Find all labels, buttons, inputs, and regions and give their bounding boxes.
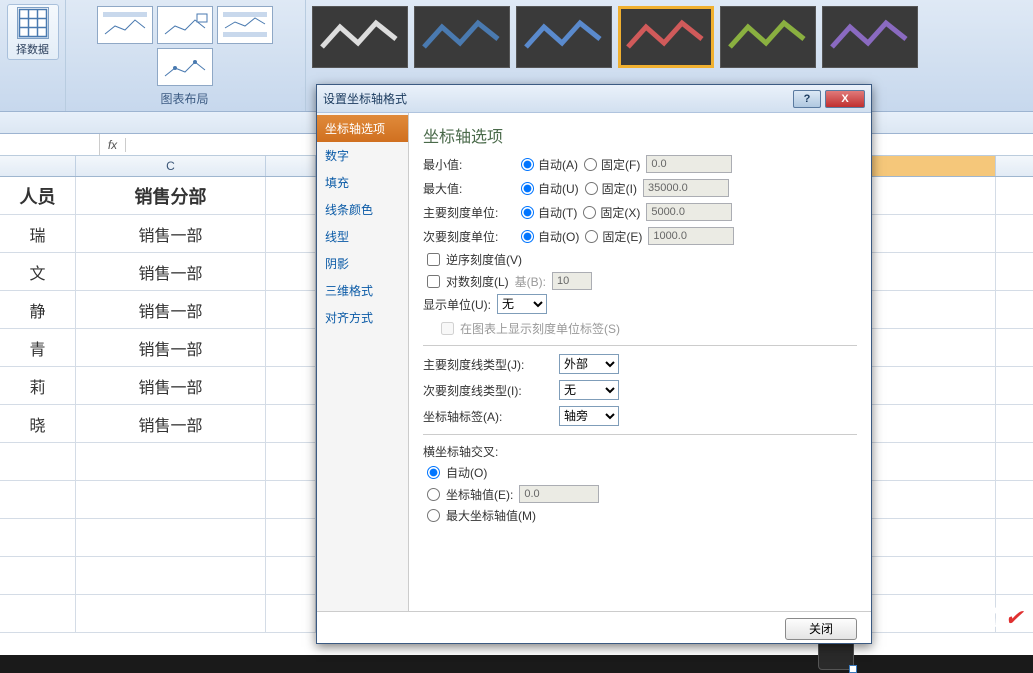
major-unit-label: 主要刻度单位: [423,204,515,221]
divider [423,345,857,346]
axis-label-row: 坐标轴标签(A): 轴旁 [423,406,857,426]
major-unit-row: 主要刻度单位: 自动(T) 固定(X) [423,203,857,221]
dialog-sidebar: 坐标轴选项 数字 填充 线条颜色 线型 阴影 三维格式 对齐方式 [317,113,409,611]
max-row: 最大值: 自动(U) 固定(I) [423,179,857,197]
max-auto-radio[interactable]: 自动(U) [521,180,579,197]
dialog-title: 设置坐标轴格式 [323,90,407,107]
axis-label-label: 坐标轴标签(A): [423,408,553,425]
dialog-main: 坐标轴选项 最小值: 自动(A) 固定(F) 最大值: 自动(U) 固定(I) … [409,113,871,611]
ribbon-group-data: 择数据 [0,0,66,111]
minor-unit-input[interactable] [648,227,734,245]
layout-thumb-1[interactable] [97,6,153,44]
layout-thumb-2[interactable] [157,6,213,44]
sidebar-item-axis-options[interactable]: 坐标轴选项 [317,115,408,142]
max-input[interactable] [643,179,729,197]
cross-title: 横坐标轴交叉: [423,443,857,460]
col-header-gap[interactable] [266,156,316,176]
section-title: 坐标轴选项 [423,123,857,147]
check-icon: ✔ [1005,605,1023,630]
axis-label-select[interactable]: 轴旁 [559,406,619,426]
sidebar-item-fill[interactable]: 填充 [317,169,408,196]
ribbon-group-layout: 图表布局 [66,0,306,111]
major-tick-row: 主要刻度线类型(J): 外部 [423,354,857,374]
minor-tick-select[interactable]: 无 [559,380,619,400]
col-header-blank[interactable] [0,156,76,176]
minor-fixed-radio[interactable]: 固定(E) [585,228,642,245]
sidebar-item-line-color[interactable]: 线条颜色 [317,196,408,223]
style-thumb-6[interactable] [822,6,918,68]
major-tick-label: 主要刻度线类型(J): [423,356,553,373]
watermark: 经验啦 ✔ jingyanla.com [937,602,1023,647]
min-row: 最小值: 自动(A) 固定(F) [423,155,857,173]
cross-auto-radio[interactable]: 自动(O) [423,464,857,481]
select-data-button[interactable]: 择数据 [7,4,59,60]
style-thumb-5[interactable] [720,6,816,68]
cross-value-input[interactable] [519,485,599,503]
cross-value-radio[interactable]: 坐标轴值(E): [423,485,857,503]
chart-layout-label: 图表布局 [160,88,208,107]
minor-unit-label: 次要刻度单位: [423,228,515,245]
min-label: 最小值: [423,156,515,173]
sidebar-item-line-style[interactable]: 线型 [317,223,408,250]
style-thumb-4[interactable] [618,6,714,68]
fx-icon: fx [100,138,126,152]
major-tick-select[interactable]: 外部 [559,354,619,374]
header-cell-person[interactable]: 人员 [0,177,76,214]
layout-thumb-3[interactable] [217,6,273,44]
log-scale-checkbox[interactable]: 对数刻度(L) 基(B): [423,272,857,290]
style-thumb-2[interactable] [414,6,510,68]
close-button[interactable]: 关闭 [785,618,857,640]
min-input[interactable] [646,155,732,173]
header-cell-dept[interactable]: 销售分部 [76,177,266,214]
help-button[interactable]: ? [793,90,821,108]
display-unit-row: 显示单位(U): 无 [423,294,857,314]
show-unit-label-checkbox: 在图表上显示刻度单位标签(S) [423,320,857,337]
major-unit-input[interactable] [646,203,732,221]
select-data-label: 择数据 [16,41,49,57]
close-icon[interactable]: X [825,90,865,108]
display-unit-label: 显示单位(U): [423,296,491,313]
dialog-footer: 关闭 [317,611,871,645]
minor-tick-label: 次要刻度线类型(I): [423,382,553,399]
min-auto-radio[interactable]: 自动(A) [521,156,578,173]
axis-format-dialog: 设置坐标轴格式 ? X 坐标轴选项 数字 填充 线条颜色 线型 阴影 三维格式 … [316,84,872,644]
grid-icon [17,7,49,39]
col-header-c[interactable]: C [76,156,266,176]
minor-auto-radio[interactable]: 自动(O) [521,228,579,245]
sidebar-item-number[interactable]: 数字 [317,142,408,169]
resize-handle[interactable] [849,665,857,673]
style-thumb-1[interactable] [312,6,408,68]
divider [423,434,857,435]
major-auto-radio[interactable]: 自动(T) [521,204,577,221]
max-fixed-radio[interactable]: 固定(I) [585,180,637,197]
sidebar-item-3d[interactable]: 三维格式 [317,277,408,304]
minor-unit-row: 次要刻度单位: 自动(O) 固定(E) [423,227,857,245]
min-fixed-radio[interactable]: 固定(F) [584,156,640,173]
reverse-checkbox[interactable]: 逆序刻度值(V) [423,251,857,268]
log-base-input [552,272,592,290]
display-unit-select[interactable]: 无 [497,294,547,314]
layout-thumb-4[interactable] [157,48,213,86]
style-thumb-3[interactable] [516,6,612,68]
major-fixed-radio[interactable]: 固定(X) [583,204,640,221]
sidebar-item-shadow[interactable]: 阴影 [317,250,408,277]
cross-max-radio[interactable]: 最大坐标轴值(M) [423,507,857,524]
dialog-titlebar[interactable]: 设置坐标轴格式 ? X [317,85,871,113]
sidebar-item-align[interactable]: 对齐方式 [317,304,408,331]
max-label: 最大值: [423,180,515,197]
minor-tick-row: 次要刻度线类型(I): 无 [423,380,857,400]
